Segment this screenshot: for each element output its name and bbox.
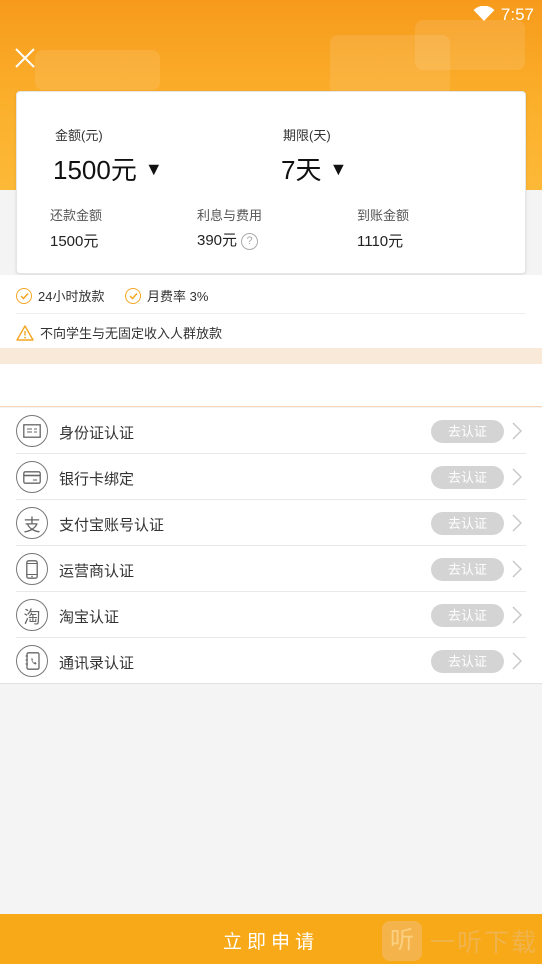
feature-text: 月费率 3% xyxy=(147,289,209,304)
close-icon[interactable] xyxy=(14,47,36,69)
taobao-icon: 淘 xyxy=(16,599,48,631)
chevron-right-icon xyxy=(512,422,522,440)
verify-row-taobao[interactable]: 淘 淘宝认证 去认证 xyxy=(0,592,542,638)
verify-label: 支付宝账号认证 xyxy=(59,517,165,534)
feature-text: 24小时放款 xyxy=(38,289,105,304)
verify-label: 银行卡绑定 xyxy=(59,471,135,488)
features-section: 24小时放款 月费率 3% 不向学生与无固定收入人群放款 xyxy=(0,275,542,348)
chevron-right-icon xyxy=(512,514,522,532)
status-time: 7:57 xyxy=(500,5,534,24)
check-circle-icon xyxy=(125,287,141,304)
chevron-right-icon xyxy=(512,468,522,486)
watermark-logo: 听 一听下载 xyxy=(382,919,542,963)
verify-button[interactable]: 去认证 xyxy=(431,466,504,489)
amount-selector[interactable]: 1500元 ▼ xyxy=(53,150,163,187)
section-band xyxy=(0,348,542,364)
dropdown-arrow-icon: ▼ xyxy=(144,159,163,179)
warning-notice: 不向学生与无固定收入人群放款 xyxy=(16,323,222,342)
phone-icon xyxy=(16,553,48,585)
alipay-icon: 支 xyxy=(16,507,48,539)
verify-label: 运营商认证 xyxy=(59,563,135,580)
id-card-icon xyxy=(16,415,48,447)
term-selector[interactable]: 7天 ▼ xyxy=(281,150,347,187)
contacts-icon xyxy=(16,645,48,677)
term-label: 期限(天) xyxy=(283,128,331,143)
wifi-icon xyxy=(473,6,495,21)
repay-amount-label: 还款金额 xyxy=(50,208,103,223)
verify-row-alipay[interactable]: 支 支付宝账号认证 去认证 xyxy=(0,500,542,546)
receive-amount-label: 到账金额 xyxy=(357,208,410,223)
verify-row-bank-card[interactable]: 银行卡绑定 去认证 xyxy=(0,454,542,500)
receive-amount-value: 1110元 xyxy=(357,233,404,250)
section-spacer xyxy=(0,364,542,407)
status-bar: 7:57 xyxy=(0,0,542,28)
chevron-right-icon xyxy=(512,652,522,670)
check-circle-icon xyxy=(16,287,32,304)
chevron-right-icon xyxy=(512,606,522,624)
verify-label: 淘宝认证 xyxy=(59,609,120,626)
verify-label: 通讯录认证 xyxy=(59,655,135,672)
verify-row-id-card[interactable]: 身份证认证 去认证 xyxy=(0,408,542,454)
verification-list: 身份证认证 去认证 银行卡绑定 去认证 支 支付宝账号认证 去认证 运营商认证 … xyxy=(0,408,542,684)
verify-button[interactable]: 去认证 xyxy=(431,650,504,673)
verify-button[interactable]: 去认证 xyxy=(431,604,504,627)
verify-label: 身份证认证 xyxy=(59,425,135,442)
amount-value: 1500元 xyxy=(53,155,137,185)
verify-button[interactable]: 去认证 xyxy=(431,512,504,535)
verify-button[interactable]: 去认证 xyxy=(431,558,504,581)
fee-label: 利息与费用 xyxy=(197,208,263,223)
divider xyxy=(16,313,526,314)
loan-summary-card: 金额(元) 1500元 ▼ 期限(天) 7天 ▼ 还款金额 1500元 利息与费用 … xyxy=(16,91,526,274)
feature-fast-loan: 24小时放款 xyxy=(16,286,104,305)
verify-row-contacts[interactable]: 通讯录认证 去认证 xyxy=(0,638,542,684)
chevron-right-icon xyxy=(512,560,522,578)
feature-monthly-rate: 月费率 3% xyxy=(125,286,208,305)
warning-icon xyxy=(16,324,34,341)
fee-value: 390元 xyxy=(197,232,238,249)
amount-label: 金额(元) xyxy=(55,128,103,143)
verify-button[interactable]: 去认证 xyxy=(431,420,504,443)
dropdown-arrow-icon: ▼ xyxy=(329,159,348,179)
verify-row-carrier[interactable]: 运营商认证 去认证 xyxy=(0,546,542,592)
fee-row: 390元? xyxy=(197,229,259,250)
bank-card-icon xyxy=(16,461,48,493)
question-mark-icon[interactable]: ? xyxy=(241,233,259,250)
warning-text: 不向学生与无固定收入人群放款 xyxy=(40,326,223,341)
watermark-text: 一听下载 xyxy=(430,929,539,957)
header-decoration xyxy=(35,50,160,90)
term-value: 7天 xyxy=(281,155,322,185)
watermark-icon: 听 xyxy=(382,921,422,961)
repay-amount-value: 1500元 xyxy=(50,233,99,250)
